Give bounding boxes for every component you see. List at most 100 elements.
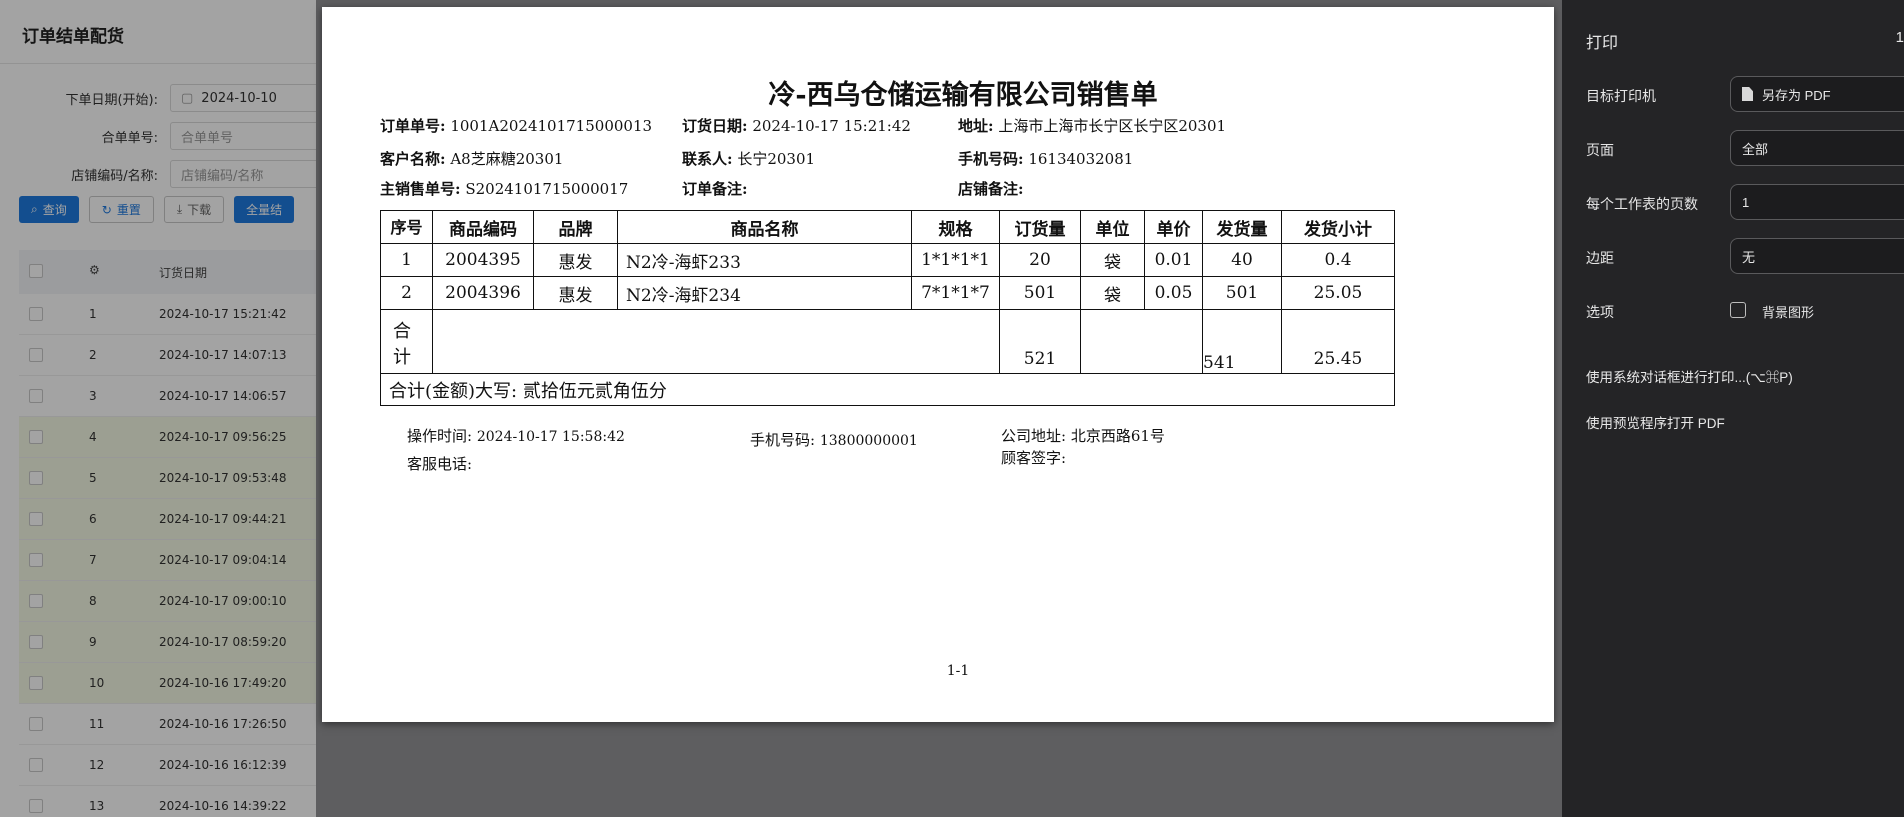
col-unit: 单位 bbox=[1080, 210, 1145, 244]
order-date-field: 订货日期: 2024-10-17 15:21:42 bbox=[682, 115, 911, 136]
item-brand: 惠发 bbox=[533, 276, 618, 310]
item-ship: 40 bbox=[1202, 243, 1282, 277]
total-row: 合计 521 541 25.45 bbox=[380, 309, 1395, 374]
total-blank-2 bbox=[1080, 309, 1203, 374]
pages-value: 全部 bbox=[1742, 141, 1769, 157]
item-code: 2004396 bbox=[432, 276, 534, 310]
item-price: 0.05 bbox=[1144, 276, 1203, 310]
item-price: 0.01 bbox=[1144, 243, 1203, 277]
foot-phone-label: 手机号码: bbox=[750, 431, 816, 449]
item-subtotal: 0.4 bbox=[1281, 243, 1395, 277]
shop-remark-field: 店铺备注: bbox=[958, 178, 1024, 199]
total-ship: 541 bbox=[1202, 309, 1282, 374]
item-code: 2004395 bbox=[432, 243, 534, 277]
printer-label: 目标打印机 bbox=[1586, 88, 1656, 104]
foot-phone-value: 13800000001 bbox=[819, 433, 918, 449]
order-date-label: 订货日期: bbox=[682, 117, 748, 135]
col-name: 商品名称 bbox=[617, 210, 912, 244]
col-brand: 品牌 bbox=[533, 210, 618, 244]
contact-field: 联系人: 长宁20301 bbox=[682, 148, 815, 169]
col-price: 单价 bbox=[1144, 210, 1203, 244]
margin-value: 无 bbox=[1742, 249, 1756, 265]
address-field: 地址: 上海市上海市长宁区长宁区20301 bbox=[958, 115, 1226, 136]
col-qty: 订货量 bbox=[999, 210, 1081, 244]
order-no-value: 1001A2024101715000013 bbox=[450, 117, 653, 135]
main-sale-field: 主销售单号: S2024101715000017 bbox=[380, 178, 628, 199]
customer-label: 客户名称: bbox=[380, 150, 446, 168]
printer-value: 另存为 PDF bbox=[1762, 87, 1831, 103]
phone-label: 手机号码: bbox=[958, 150, 1024, 168]
margin-select[interactable]: 无 bbox=[1730, 238, 1904, 274]
items-header-row: 序号 商品编码 品牌 商品名称 规格 订货量 单位 单价 发货量 发货小计 bbox=[380, 210, 1395, 244]
open-pdf-link[interactable]: 使用预览程序打开 PDF bbox=[1586, 412, 1725, 432]
main-sale-label: 主销售单号: bbox=[380, 180, 461, 198]
phone-field: 手机号码: 16134032081 bbox=[958, 148, 1133, 169]
item-row: 2 2004396 惠发 N2冷-海虾234 7*1*1*7 501 袋 0.05 501 25.… bbox=[380, 276, 1395, 310]
total-qty: 521 bbox=[999, 309, 1081, 374]
foot-phone-field: 手机号码: 13800000001 bbox=[750, 429, 918, 450]
main-sale-value: S2024101715000017 bbox=[465, 180, 629, 198]
document-icon bbox=[1742, 87, 1753, 101]
modal-overlay[interactable] bbox=[0, 0, 316, 817]
total-label: 合计 bbox=[380, 309, 433, 374]
item-brand: 惠发 bbox=[533, 243, 618, 277]
service-phone-label: 客服电话: bbox=[407, 455, 473, 473]
total-blank bbox=[432, 309, 1000, 374]
system-dialog-link[interactable]: 使用系统对话框进行打印...(⌥⌘P) bbox=[1586, 366, 1793, 386]
contact-label: 联系人: bbox=[682, 150, 733, 168]
amount-words-row: 合计(金额)大写: 贰拾伍元贰角伍分 bbox=[380, 373, 1395, 406]
col-ship: 发货量 bbox=[1202, 210, 1282, 244]
service-phone-field: 客服电话: bbox=[407, 453, 472, 474]
item-spec: 7*1*1*7 bbox=[911, 276, 1000, 310]
op-time-label: 操作时间: bbox=[407, 427, 473, 445]
background-graphics-label[interactable]: 背景图形 bbox=[1762, 302, 1814, 321]
item-spec: 1*1*1*1 bbox=[911, 243, 1000, 277]
customer-field: 客户名称: A8芝麻糖20301 bbox=[380, 148, 563, 169]
pages-select[interactable]: 全部 bbox=[1730, 130, 1904, 166]
page-number: 1-1 bbox=[946, 663, 970, 679]
signature-label: 顾客签字: bbox=[1001, 449, 1067, 467]
options-label: 选项 bbox=[1586, 304, 1614, 320]
item-qty: 501 bbox=[999, 276, 1081, 310]
item-name: N2冷-海虾234 bbox=[617, 276, 912, 310]
item-name: N2冷-海虾233 bbox=[617, 243, 912, 277]
print-settings-panel: 打印 1 目标打印机 另存为 PDF 页面 全部 每个工作表的页数 1 边距 无… bbox=[1562, 0, 1904, 817]
item-seq: 1 bbox=[380, 243, 433, 277]
col-subtotal: 发货小计 bbox=[1281, 210, 1395, 244]
printer-select[interactable]: 另存为 PDF bbox=[1730, 76, 1904, 112]
per-sheet-select[interactable]: 1 bbox=[1730, 184, 1904, 220]
background-graphics-checkbox[interactable] bbox=[1730, 302, 1746, 318]
margin-label: 边距 bbox=[1586, 250, 1614, 266]
item-unit: 袋 bbox=[1080, 243, 1145, 277]
total-amount: 25.45 bbox=[1281, 309, 1395, 374]
per-sheet-value: 1 bbox=[1742, 194, 1750, 210]
print-preview-page: 冷-西乌仓储运输有限公司销售单 订单单号: 1001A2024101715000… bbox=[322, 7, 1554, 722]
amount-words: 合计(金额)大写: 贰拾伍元贰角伍分 bbox=[380, 373, 1395, 406]
col-spec: 规格 bbox=[911, 210, 1000, 244]
company-addr-field: 公司地址: 北京西路61号 bbox=[1001, 425, 1165, 446]
shop-remark-label: 店铺备注: bbox=[958, 180, 1024, 198]
order-no-field: 订单单号: 1001A2024101715000013 bbox=[380, 115, 652, 136]
item-seq: 2 bbox=[380, 276, 433, 310]
item-row: 1 2004395 惠发 N2冷-海虾233 1*1*1*1 20 袋 0.01 40 0.4 bbox=[380, 243, 1395, 277]
per-sheet-label: 每个工作表的页数 bbox=[1586, 196, 1698, 212]
order-remark-label: 订单备注: bbox=[682, 180, 748, 198]
order-remark-field: 订单备注: bbox=[682, 178, 748, 199]
col-code: 商品编码 bbox=[432, 210, 534, 244]
address-value: 上海市上海市长宁区长宁区20301 bbox=[998, 117, 1227, 135]
panel-title: 打印 bbox=[1586, 35, 1619, 52]
document-title: 冷-西乌仓储运输有限公司销售单 bbox=[768, 80, 1158, 111]
pages-label: 页面 bbox=[1586, 142, 1614, 158]
op-time-value: 2024-10-17 15:58:42 bbox=[476, 429, 625, 445]
item-unit: 袋 bbox=[1080, 276, 1145, 310]
company-addr-label: 公司地址: bbox=[1001, 427, 1067, 445]
op-time-field: 操作时间: 2024-10-17 15:58:42 bbox=[407, 425, 625, 446]
col-seq: 序号 bbox=[380, 210, 433, 244]
order-no-label: 订单单号: bbox=[380, 117, 446, 135]
signature-field: 顾客签字: bbox=[1001, 447, 1066, 468]
order-date-value: 2024-10-17 15:21:42 bbox=[752, 117, 911, 135]
item-ship: 501 bbox=[1202, 276, 1282, 310]
phone-value: 16134032081 bbox=[1028, 150, 1134, 168]
contact-value: 长宁20301 bbox=[737, 150, 816, 168]
item-qty: 20 bbox=[999, 243, 1081, 277]
